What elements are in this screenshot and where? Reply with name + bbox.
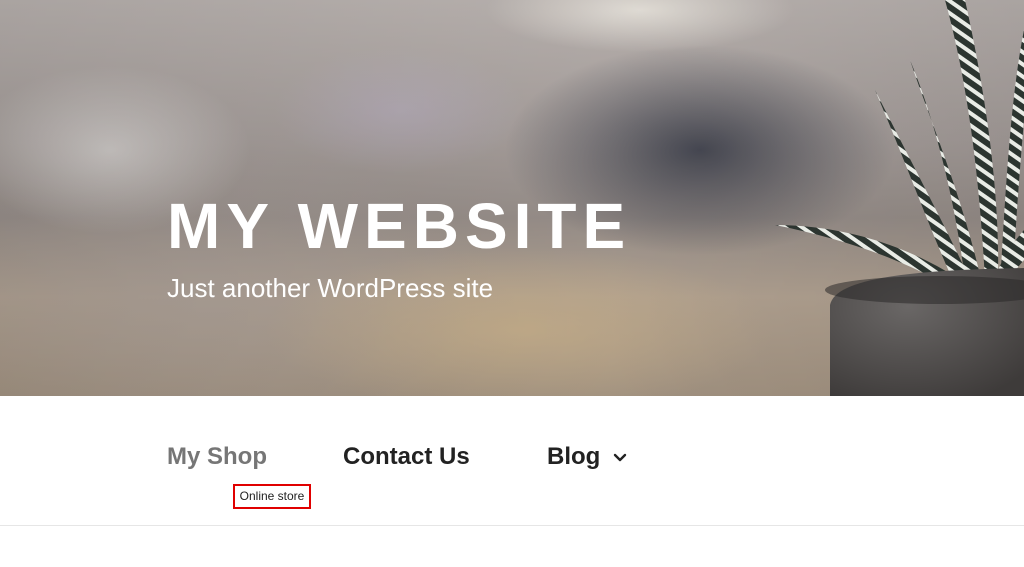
nav-item-contact-us[interactable]: Contact Us (343, 442, 470, 472)
site-title[interactable]: MY WEBSITE (167, 190, 631, 262)
nav-item-blog[interactable]: Blog (547, 442, 628, 472)
nav-item-label: My Shop (167, 443, 267, 470)
page: MY WEBSITE Just another WordPress site M… (0, 0, 1024, 567)
plant-image (775, 0, 1024, 396)
nav-item-my-shop[interactable]: My Shop (167, 442, 267, 472)
site-tagline: Just another WordPress site (167, 273, 494, 303)
nav-item-description: Online store (233, 484, 311, 509)
main-navigation: My Shop Online store Contact Us Blog (0, 396, 1024, 526)
header-hero: MY WEBSITE Just another WordPress site (0, 0, 1024, 396)
nav-item-label: Contact Us (343, 443, 470, 470)
nav-item-label: Blog (547, 443, 601, 470)
chevron-down-icon[interactable] (612, 449, 628, 465)
